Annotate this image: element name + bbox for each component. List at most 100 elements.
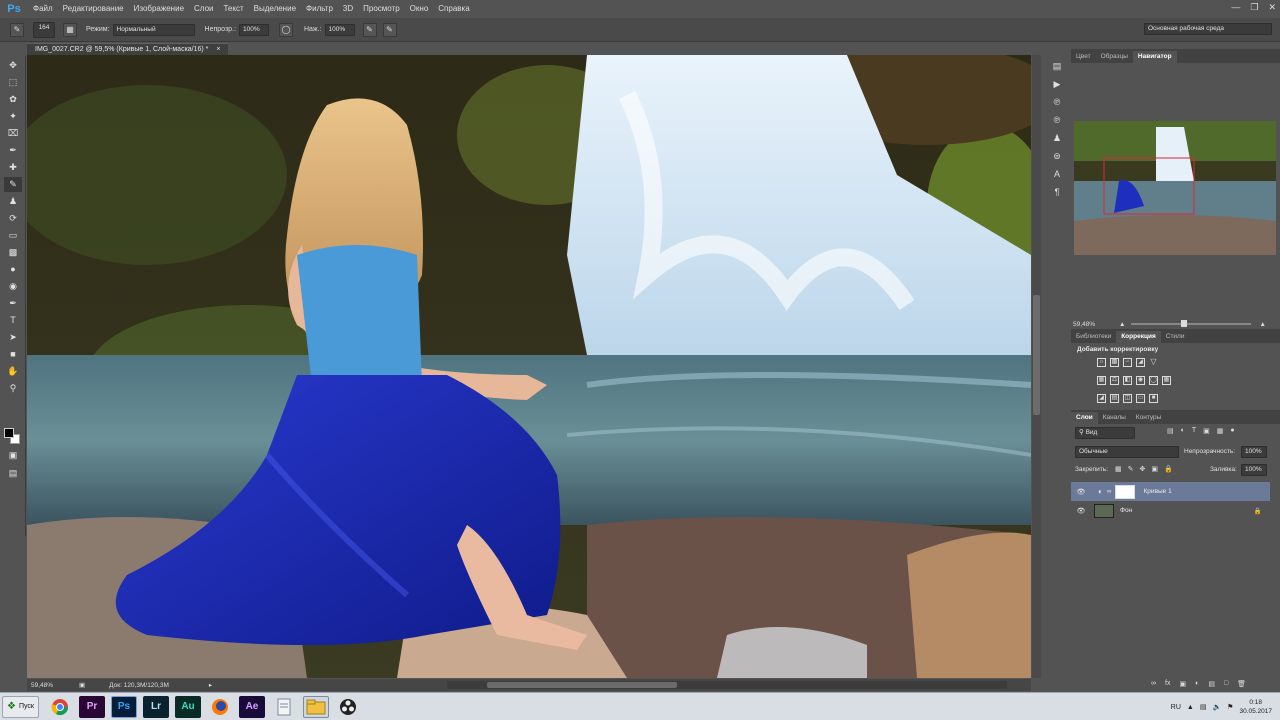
foreground-color-swatch[interactable] — [4, 428, 14, 438]
maximize-icon[interactable]: ❐ — [1250, 2, 1258, 13]
clock[interactable]: 0:18 30.05.2017 — [1239, 698, 1272, 716]
tab-adjustments[interactable]: Коррекция — [1116, 331, 1161, 343]
brightness-icon[interactable]: ☼ — [1097, 358, 1106, 367]
threshold-icon[interactable]: ◫ — [1123, 394, 1132, 403]
opacity-field[interactable]: 100% — [238, 23, 269, 36]
zoom-tool-icon[interactable]: ⚲ — [4, 381, 22, 396]
exposure-icon[interactable]: ◢ — [1136, 358, 1145, 367]
close-icon[interactable]: ✕ — [1268, 2, 1276, 13]
new-group-icon[interactable]: ▤ — [1208, 680, 1215, 688]
gradient-tool-icon[interactable]: ▩ — [4, 245, 22, 260]
zoom-readout[interactable]: 59,48% — [31, 682, 75, 689]
menu-filter[interactable]: Фильтр — [301, 0, 338, 18]
lock-image-icon[interactable]: ✎ — [1128, 465, 1134, 473]
quick-selection-tool-icon[interactable]: ✦ — [4, 109, 22, 124]
eye-icon[interactable]: 👁 — [1074, 507, 1088, 515]
pen-tool-icon[interactable]: ✒ — [4, 296, 22, 311]
menu-file[interactable]: Файл — [28, 0, 58, 18]
tab-libraries[interactable]: Библиотеки — [1071, 331, 1116, 343]
layer-style-icon[interactable]: fx — [1165, 680, 1170, 688]
menu-layers[interactable]: Слои — [189, 0, 218, 18]
new-layer-icon[interactable]: □ — [1224, 680, 1228, 688]
tab-color[interactable]: Цвет — [1071, 51, 1096, 63]
menu-help[interactable]: Справка — [433, 0, 474, 18]
vertical-scroll-thumb[interactable] — [1033, 295, 1040, 415]
layer-row-curves[interactable]: 👁 ◐ ∞ Кривые 1 — [1071, 482, 1270, 501]
crop-tool-icon[interactable]: ⌧ — [4, 126, 22, 141]
photoshop-icon[interactable]: Ps — [110, 695, 137, 718]
menu-view[interactable]: Просмотр — [358, 0, 405, 18]
quick-mask-icon[interactable]: ▣ — [4, 448, 22, 463]
mode-select[interactable]: Нормальный — [112, 23, 195, 36]
posterize-icon[interactable]: ▤ — [1110, 394, 1119, 403]
navigator-zoom-value[interactable]: 59,48% — [1073, 321, 1113, 328]
filter-type-icon[interactable]: T — [1192, 427, 1196, 435]
chrome-icon[interactable] — [47, 696, 73, 718]
eyedropper-tool-icon[interactable]: ✒ — [4, 143, 22, 158]
brush-presets-panel-icon[interactable]: ℗ — [1049, 113, 1065, 127]
hue-saturation-icon[interactable]: ▦ — [1097, 376, 1106, 385]
lock-artboard-icon[interactable]: ▣ — [1151, 465, 1158, 473]
link-icon[interactable]: ∞ — [1107, 488, 1112, 495]
document-canvas[interactable] — [27, 55, 1031, 678]
layer-mask-thumbnail[interactable] — [1115, 484, 1136, 499]
tool-presets-panel-icon[interactable]: ⊜ — [1049, 149, 1065, 163]
filter-pixel-icon[interactable]: ▤ — [1167, 427, 1174, 435]
status-arrow-icon[interactable]: ▸ — [209, 681, 212, 689]
fill-field[interactable]: 100% — [1241, 464, 1267, 476]
menu-edit[interactable]: Редактирование — [58, 0, 129, 18]
blur-tool-icon[interactable]: ● — [4, 262, 22, 277]
lock-position-icon[interactable]: ✥ — [1140, 465, 1146, 473]
minimize-icon[interactable]: — — [1231, 2, 1240, 13]
export-icon[interactable]: ▣ — [79, 681, 85, 689]
network-icon[interactable]: ▤ — [1200, 703, 1207, 711]
brush-panel-icon[interactable]: ℗ — [1049, 95, 1065, 109]
audition-icon[interactable]: Au — [174, 695, 201, 718]
brush-size-picker[interactable]: 164 — [33, 21, 55, 38]
pressure-opacity-icon[interactable]: ◯ — [278, 22, 293, 37]
tab-paths[interactable]: Контуры — [1131, 412, 1167, 424]
tab-styles[interactable]: Стили — [1161, 331, 1190, 343]
move-tool-icon[interactable]: ✥ — [4, 58, 22, 73]
brush-tool-icon[interactable]: ✎ — [4, 177, 22, 192]
layer-thumbnail[interactable] — [1094, 503, 1114, 518]
tab-layers[interactable]: Слои — [1071, 412, 1098, 424]
history-panel-icon[interactable]: ▤ — [1049, 59, 1065, 73]
horizontal-scroll-thumb[interactable] — [487, 682, 677, 688]
filter-toggle-icon[interactable]: ● — [1230, 427, 1234, 435]
pressure-size-icon[interactable]: ✎ — [382, 22, 397, 37]
clone-stamp-tool-icon[interactable]: ♟ — [4, 194, 22, 209]
premiere-icon[interactable]: Pr — [78, 695, 105, 718]
menu-3d[interactable]: 3D — [338, 0, 358, 18]
lightroom-icon[interactable]: Lr — [142, 695, 169, 718]
after-effects-icon[interactable]: Ae — [238, 695, 265, 718]
zoom-out-icon[interactable]: ▲ — [1119, 321, 1125, 328]
new-adjustment-icon[interactable]: ◐ — [1195, 680, 1199, 688]
menu-image[interactable]: Изображение — [129, 0, 189, 18]
clone-source-panel-icon[interactable]: ♟ — [1049, 131, 1065, 145]
delete-layer-icon[interactable]: 🗑 — [1237, 680, 1246, 688]
actions-panel-icon[interactable]: ▶ — [1049, 77, 1065, 91]
layer-row-background[interactable]: 👁 Фон 🔒 — [1071, 501, 1270, 520]
volume-icon[interactable]: 🔈 — [1212, 703, 1221, 711]
selective-color-icon[interactable]: ■ — [1149, 394, 1158, 403]
layer-opacity-field[interactable]: 100% — [1241, 446, 1267, 458]
add-mask-icon[interactable]: ▣ — [1179, 680, 1186, 688]
vertical-scrollbar[interactable] — [1032, 55, 1041, 678]
lock-all-icon[interactable]: 🔒 — [1164, 465, 1173, 473]
curves-icon[interactable]: ∽ — [1123, 358, 1132, 367]
layer-filter-select[interactable]: ⚲ Вид — [1075, 427, 1135, 439]
menu-window[interactable]: Окно — [405, 0, 434, 18]
blend-mode-select[interactable]: Обычные — [1075, 446, 1179, 458]
explorer-icon[interactable] — [302, 695, 329, 718]
tray-expand-icon[interactable]: ▲ — [1187, 704, 1194, 711]
eraser-tool-icon[interactable]: ▭ — [4, 228, 22, 243]
path-selection-tool-icon[interactable]: ➤ — [4, 330, 22, 345]
screen-mode-icon[interactable]: ▤ — [4, 466, 22, 481]
flow-field[interactable]: 100% — [324, 23, 355, 36]
brush-tool-preset-icon[interactable]: ✎ — [10, 22, 24, 37]
brush-panel-toggle-icon[interactable]: ▦ — [63, 22, 77, 37]
channel-mixer-icon[interactable]: ◯ — [1149, 376, 1158, 385]
navigator-zoom-thumb[interactable] — [1181, 320, 1188, 327]
airbrush-icon[interactable]: ✎ — [362, 22, 377, 37]
